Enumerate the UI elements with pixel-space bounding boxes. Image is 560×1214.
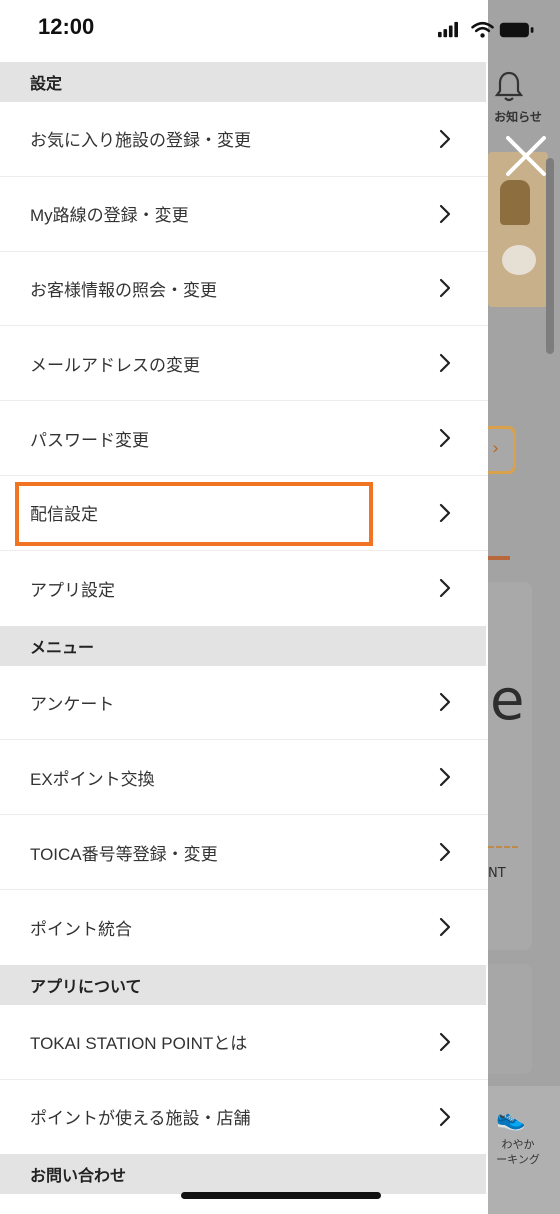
mascot-shape: [500, 180, 530, 225]
signal-icon: [438, 21, 458, 38]
menu-item-label: TOKAI STATION POINTとは: [30, 1034, 248, 1054]
chevron-right-icon: [438, 917, 452, 937]
section-header: メニュー: [0, 625, 486, 666]
chevron-right-icon: [438, 353, 452, 373]
home-indicator[interactable]: [181, 1192, 381, 1199]
menu-item-label: パスワード変更: [30, 430, 149, 450]
menu-item[interactable]: メールアドレスの変更: [0, 326, 488, 402]
status-time: 12:00: [38, 14, 95, 39]
background-dashed-line: [488, 846, 518, 848]
menu-item-label: お気に入り施設の登録・変更: [30, 131, 251, 151]
wifi-icon: [471, 21, 494, 38]
close-icon[interactable]: [502, 132, 550, 180]
menu-item-label: アプリ設定: [30, 580, 115, 600]
shoe-icon: 👟: [496, 1104, 526, 1132]
background-card: [488, 582, 532, 950]
menu-item[interactable]: EXポイント交換: [0, 740, 488, 816]
menu-group: TOKAI STATION POINTとは ポイントが使える施設・店舗: [0, 1005, 488, 1155]
chevron-right-icon: [438, 842, 452, 862]
menu-group: お気に入り施設の登録・変更 My路線の登録・変更お客様情報の照会・変更 メールアドレ…: [0, 102, 488, 626]
notifications-label: お知らせ: [494, 110, 542, 124]
section-header: 設定: [0, 62, 486, 102]
menu-item-label: My路線の登録・変更: [30, 206, 189, 226]
section-header: アプリについて: [0, 964, 486, 1005]
status-icons: [438, 21, 534, 38]
bell-icon: [494, 71, 524, 102]
menu-item[interactable]: お客様情報の照会・変更: [0, 252, 488, 327]
background-next-button: ›: [488, 426, 516, 474]
chevron-right-icon: [438, 578, 452, 598]
section-header: お問い合わせ: [0, 1154, 486, 1195]
background-tab-underline: [488, 556, 510, 560]
menu-item-label: TOICA番号等登録・変更: [30, 844, 218, 864]
chevron-right-icon: [438, 278, 452, 298]
menu-item[interactable]: ポイント統合: [0, 890, 488, 965]
chevron-right-icon: [438, 129, 452, 149]
menu-item-label: お客様情報の照会・変更: [30, 280, 217, 300]
menu-item[interactable]: TOKAI STATION POINTとは: [0, 1005, 488, 1080]
menu-item[interactable]: TOICA番号等登録・変更: [0, 815, 488, 890]
chevron-right-icon: [438, 692, 452, 712]
drawer-menu: 設定お気に入り施設の登録・変更 My路線の登録・変更お客様情報の照会・変更 メールア…: [0, 62, 488, 1195]
menu-item[interactable]: 配信設定: [0, 476, 488, 551]
background-partial-text: NT: [488, 866, 506, 881]
background-partial-letter: e: [490, 668, 525, 733]
menu-item-label: 配信設定: [30, 505, 98, 525]
background-card-2: [488, 964, 532, 1074]
menu-group: アンケート EXポイント交換 TOICA番号等登録・変更 ポイント統合: [0, 666, 488, 965]
chevron-right-icon: [438, 204, 452, 224]
mascot-face: [502, 245, 536, 275]
background-scrollbar: [546, 158, 554, 354]
battery-icon: [499, 22, 534, 38]
chevron-right-icon: [438, 767, 452, 787]
chevron-right-icon: [438, 428, 452, 448]
menu-item[interactable]: アプリ設定: [0, 551, 488, 626]
menu-item-label: ポイント統合: [30, 919, 132, 939]
menu-item[interactable]: My路線の登録・変更: [0, 177, 488, 252]
menu-item[interactable]: アンケート: [0, 666, 488, 741]
menu-item[interactable]: ポイントが使える施設・店舗: [0, 1080, 488, 1155]
chevron-right-icon: [438, 1107, 452, 1127]
status-bar: 12:00: [0, 0, 560, 60]
walking-label: わやか ーキング: [496, 1138, 540, 1166]
menu-item-label: メールアドレスの変更: [30, 355, 200, 375]
menu-item-label: ポイントが使える施設・店舗: [30, 1109, 251, 1129]
menu-item[interactable]: パスワード変更: [0, 401, 488, 476]
menu-item-label: アンケート: [30, 694, 115, 714]
chevron-right-icon: [438, 1032, 452, 1052]
menu-item[interactable]: お気に入り施設の登録・変更: [0, 102, 488, 177]
chevron-right-icon: [438, 503, 452, 523]
menu-item-label: EXポイント交換: [30, 769, 155, 789]
settings-drawer: 設定お気に入り施設の登録・変更 My路線の登録・変更お客様情報の照会・変更 メールア…: [0, 0, 488, 1214]
